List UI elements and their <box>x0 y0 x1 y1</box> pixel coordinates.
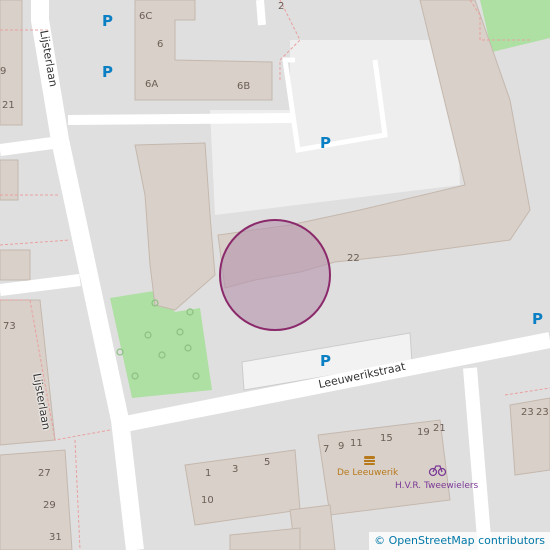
house-number: 29 <box>43 500 56 511</box>
house-number: 9 <box>0 66 7 77</box>
map-canvas <box>0 0 550 550</box>
parking-label[interactable]: P <box>320 352 331 370</box>
house-number: 15 <box>380 433 393 444</box>
parking-label[interactable]: P <box>320 134 331 152</box>
house-number: 73 <box>3 321 16 332</box>
fast-food-icon <box>364 456 375 465</box>
parking-label[interactable]: P <box>102 63 113 81</box>
house-number: 3 <box>232 464 239 475</box>
house-number: 9 <box>338 441 345 452</box>
house-number: 1 <box>205 468 212 479</box>
house-number: 19 <box>417 427 430 438</box>
location-marker <box>219 219 331 331</box>
house-number: 22 <box>347 253 360 264</box>
house-number: 5 <box>264 457 271 468</box>
house-number: 21 <box>2 100 15 111</box>
poi-label-hvr-tweewielers[interactable]: H.V.R. Tweewielers <box>395 481 478 491</box>
house-number: 6A <box>145 79 159 90</box>
house-number: 6C <box>139 11 153 22</box>
map-view[interactable]: P P P P P 6C 6 6A 6B 9 21 22 73 23 23 27… <box>0 0 550 550</box>
house-number: 6 <box>157 39 164 50</box>
house-number: 31 <box>49 532 62 543</box>
parking-label[interactable]: P <box>102 12 113 30</box>
house-number: 23 <box>536 407 549 418</box>
house-number: 21 <box>433 423 446 434</box>
poi-label-de-leeuwerik[interactable]: De Leeuwerik <box>337 468 398 478</box>
house-number: 6B <box>237 81 251 92</box>
house-number: 7 <box>323 444 330 455</box>
house-number: 11 <box>350 438 363 449</box>
house-number: 2 <box>278 1 285 12</box>
map-attribution[interactable]: © OpenStreetMap contributors <box>369 532 550 550</box>
parking-label[interactable]: P <box>532 310 543 328</box>
house-number: 27 <box>38 468 51 479</box>
house-number: 10 <box>201 495 214 506</box>
attribution-text[interactable]: © OpenStreetMap contributors <box>374 534 545 547</box>
house-number: 23 <box>521 407 534 418</box>
